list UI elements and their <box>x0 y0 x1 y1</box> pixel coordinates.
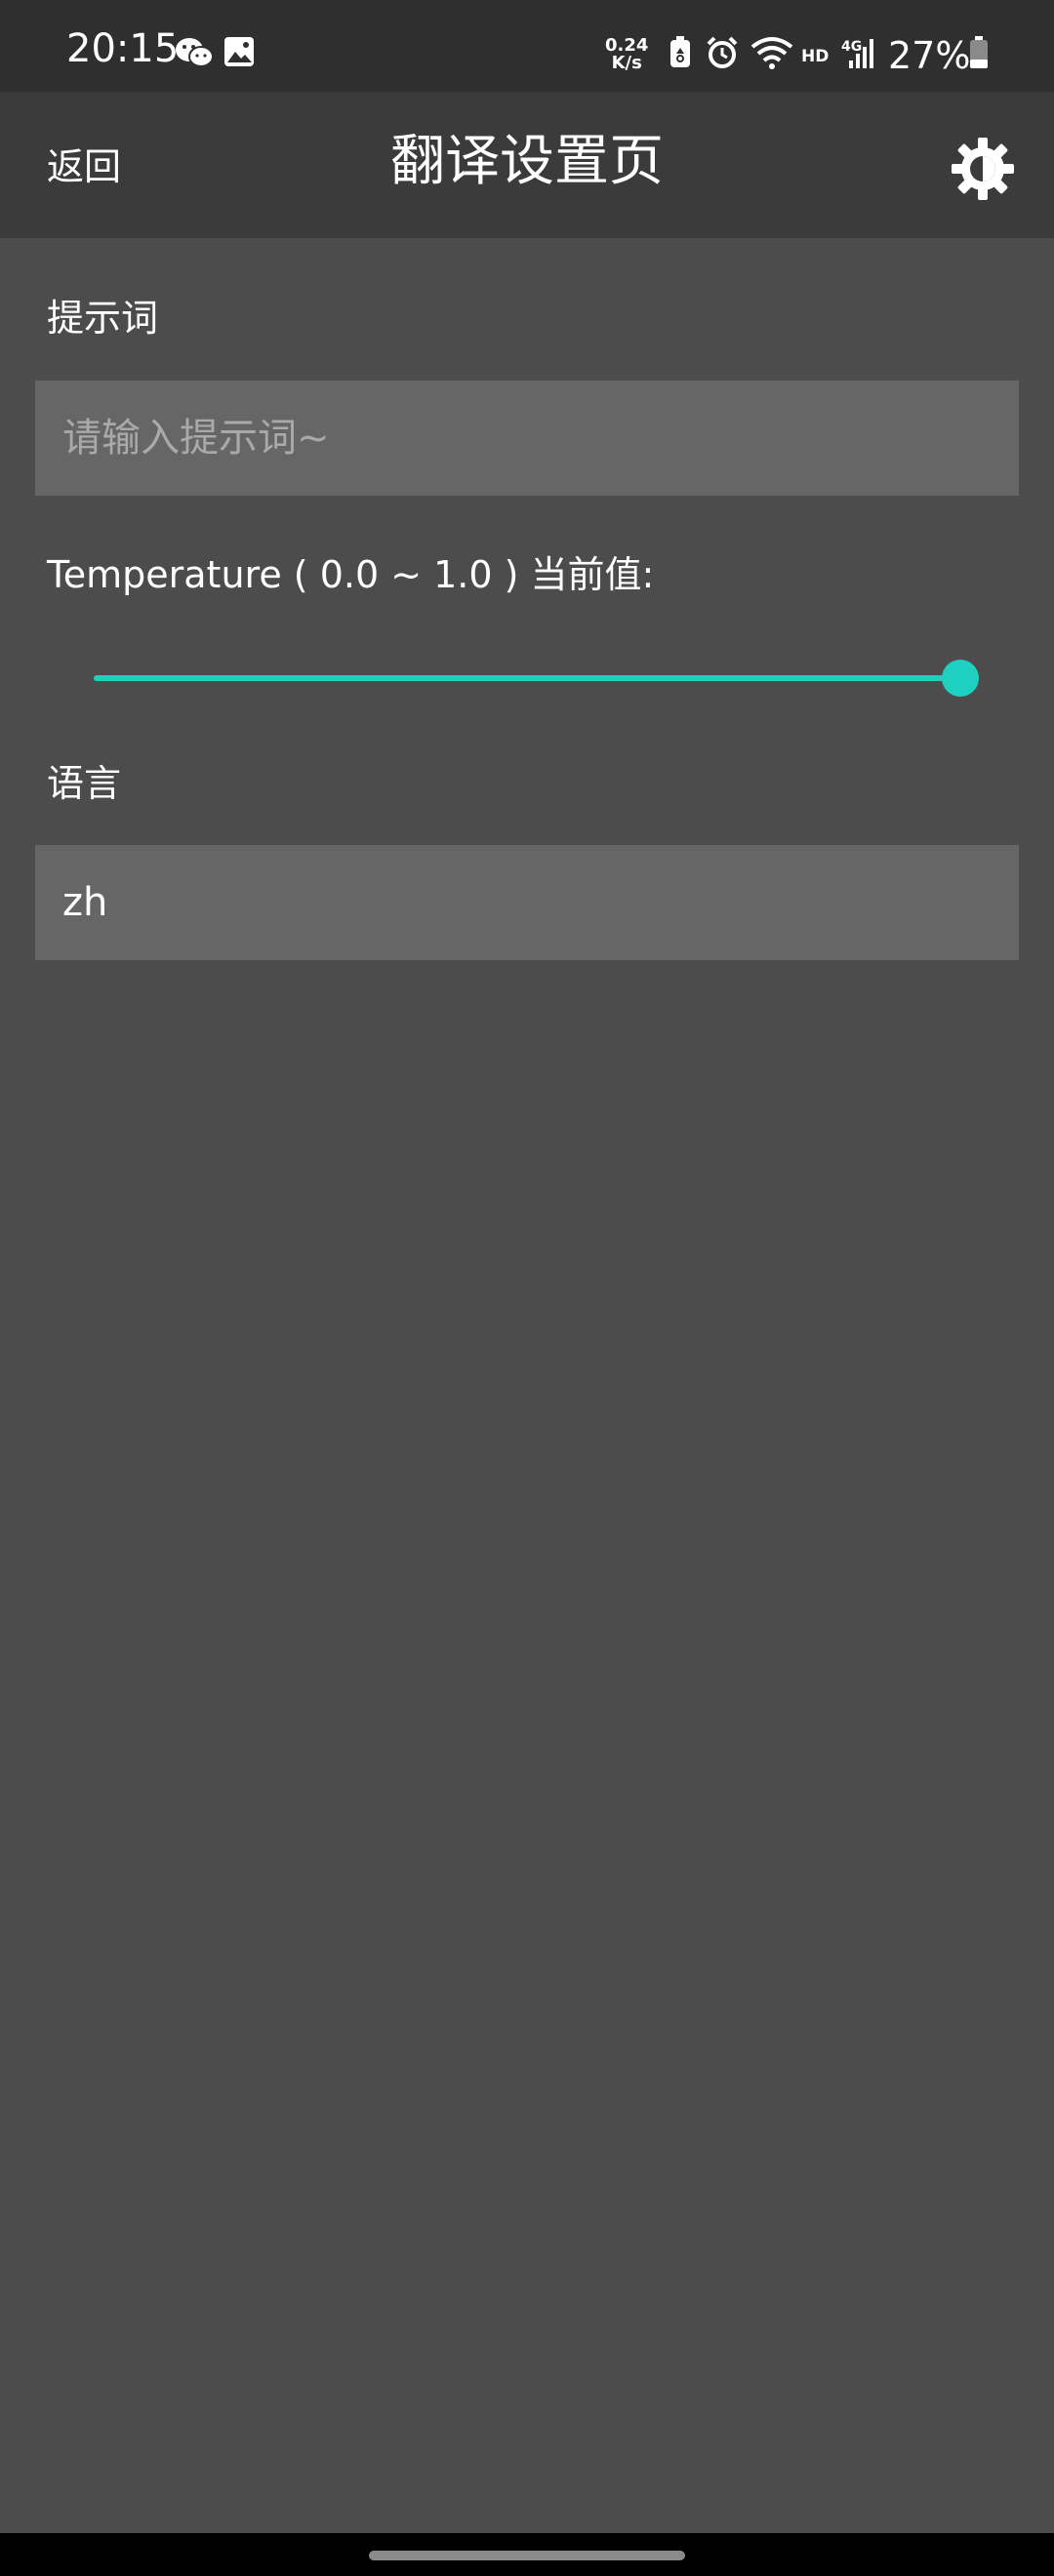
temperature-label: Temperature ( 0.0 ~ 1.0 ) 当前值: <box>47 553 655 596</box>
home-gesture-handle[interactable] <box>369 2551 685 2560</box>
prompt-field <box>35 381 1019 496</box>
status-time: 20:15 <box>66 26 180 71</box>
hd-indicator: HD <box>801 47 830 66</box>
gear-icon <box>949 138 1017 207</box>
gallery-icon <box>223 35 256 72</box>
slider-track <box>94 675 960 681</box>
signal-icon <box>845 35 878 74</box>
alarm-icon <box>705 35 740 74</box>
app-bar: 返回 翻译设置页 <box>0 92 1054 238</box>
status-bar: 20:15 0.24 K/s HD 4G 27% <box>0 0 1054 92</box>
battery-percent: 27% <box>888 34 971 77</box>
network-speed-unit: K/s <box>611 53 642 73</box>
language-field <box>35 845 1019 960</box>
battery-icon <box>968 35 990 74</box>
prompt-input[interactable] <box>61 415 1019 462</box>
network-speed: 0.24 K/s <box>605 37 648 72</box>
language-label: 语言 <box>47 762 122 805</box>
battery-saver-icon <box>668 35 693 74</box>
temperature-slider[interactable] <box>94 654 979 703</box>
page-title: 翻译设置页 <box>390 130 664 193</box>
language-input[interactable] <box>61 879 1019 926</box>
wechat-icon <box>174 35 215 74</box>
slider-thumb[interactable] <box>942 660 979 697</box>
settings-button[interactable] <box>949 135 1017 203</box>
prompt-label: 提示词 <box>47 297 159 340</box>
wifi-icon <box>750 35 794 74</box>
navigation-bar <box>0 2533 1054 2576</box>
